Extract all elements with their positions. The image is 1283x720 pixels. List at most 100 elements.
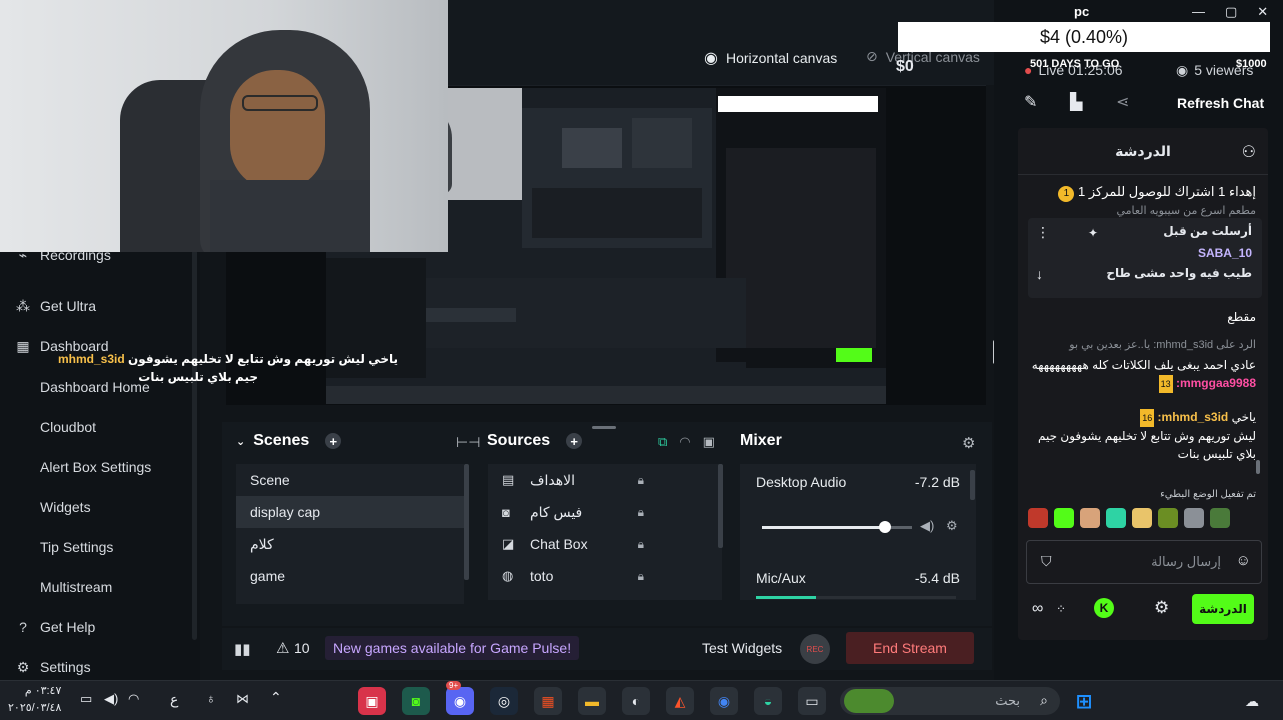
chevron-down-icon[interactable]: ⌄ <box>236 435 245 448</box>
end-stream-button[interactable]: End Stream <box>846 632 974 664</box>
scene-item[interactable]: game <box>236 560 464 592</box>
edge-icon[interactable]: ◒ <box>754 687 782 715</box>
maximize-icon[interactable]: ▢ <box>1225 4 1237 20</box>
mixer-settings-icon[interactable]: ⚙ <box>962 434 975 452</box>
battery-icon[interactable]: ▭ <box>80 691 92 707</box>
sidebar-item-settings[interactable]: ⚙ Settings <box>0 652 200 682</box>
audio-icon[interactable]: ◠ <box>679 434 690 450</box>
sidebar-item-cloudbot[interactable]: Cloudbot <box>0 412 200 442</box>
sidebar-item-multistream[interactable]: Multistream <box>0 572 200 602</box>
pinned-message: ⋮ ✦ أرسلت من قبل SABA_10 طيب فيه واحد مش… <box>1028 218 1262 298</box>
lock-icon[interactable]: 🔒︎ <box>638 505 644 520</box>
stream-chat-overlay: ياخي ليش توريهم وش تتابع لا تخليهم يشوفو… <box>8 350 398 394</box>
chat-scrollbar[interactable] <box>1256 460 1260 474</box>
source-item[interactable]: ◪ Chat Box 🔒︎ <box>488 528 722 560</box>
app-icon[interactable]: ▣ <box>358 687 386 715</box>
refresh-chat-button[interactable]: Refresh Chat <box>1177 95 1264 111</box>
scenes-scrollbar[interactable] <box>464 464 469 580</box>
sources-scrollbar[interactable] <box>718 464 723 548</box>
close-icon[interactable]: ✕ <box>1257 4 1268 20</box>
emote-icon[interactable] <box>1158 508 1178 528</box>
eye-icon: ◉ <box>1176 62 1189 78</box>
arrow-down-icon[interactable]: ↓ <box>1036 266 1043 282</box>
discord-icon[interactable]: ◉ <box>446 687 474 715</box>
edit-icon[interactable]: ✎ <box>1024 92 1037 112</box>
emote-icon[interactable] <box>1054 508 1074 528</box>
record-button[interactable]: REC <box>800 634 830 664</box>
dots-icon[interactable]: ⁘ <box>1056 602 1066 616</box>
chat-username: mmggaa9988: <box>1175 376 1256 390</box>
mixer-channel: Desktop Audio -7.2 dB <box>756 474 960 490</box>
minimize-icon[interactable]: — <box>1192 4 1205 20</box>
mixer-scrollbar[interactable] <box>970 470 975 500</box>
mic-icon[interactable]: ♁ <box>206 691 216 706</box>
users-icon[interactable]: ⚇ <box>1242 142 1256 162</box>
more-icon[interactable]: ⋮ <box>1036 224 1050 241</box>
chrome-icon[interactable]: ◉ <box>710 687 738 715</box>
sidebar-item-tip-settings[interactable]: Tip Settings <box>0 532 200 562</box>
split-icon[interactable]: ⊢⊣ <box>456 434 480 451</box>
emote-icon[interactable] <box>1106 508 1126 528</box>
alerts-count[interactable]: 10 <box>294 640 310 656</box>
emote-icon[interactable] <box>1132 508 1152 528</box>
brave-icon[interactable]: ◭ <box>666 687 694 715</box>
tray-icon[interactable]: ⋈ <box>236 691 249 707</box>
folder-icon[interactable]: ▬ <box>578 687 606 715</box>
gear-icon[interactable]: ⚙ <box>946 518 958 534</box>
game-pulse-banner[interactable]: New games available for Game Pulse! <box>325 636 580 660</box>
emote-icon[interactable] <box>1080 508 1100 528</box>
widget-icon[interactable]: ▙ <box>1070 92 1082 112</box>
sidebar-item-widgets[interactable]: Widgets <box>0 492 200 522</box>
sidebar-item-get-ultra[interactable]: ⁂ Get Ultra <box>0 291 200 321</box>
mixer-panel: Desktop Audio -7.2 dB ◀︎) ⚙ Mic/Aux -5.4… <box>740 464 976 600</box>
shield-icon[interactable]: ⛉ <box>1041 553 1052 570</box>
emote-icon[interactable] <box>1210 508 1230 528</box>
alerts-warning-icon[interactable]: ⚠ <box>276 639 289 657</box>
language-indicator[interactable]: ع <box>170 691 178 708</box>
lock-icon[interactable]: 🔒︎ <box>638 537 644 552</box>
weather-icon[interactable]: ☁ <box>1238 687 1266 715</box>
clock[interactable]: ٠٣:٤٧ م ٢٠٢٥/٠٣/٤٨ <box>8 683 61 717</box>
send-chat-button[interactable]: الدردشة <box>1192 594 1254 624</box>
lock-icon[interactable]: 🔒︎ <box>638 569 644 584</box>
horizontal-canvas-toggle[interactable]: ◉ Horizontal canvas <box>704 48 837 68</box>
sidebar-scrollbar[interactable] <box>192 250 197 640</box>
test-widgets-button[interactable]: Test Widgets <box>702 640 782 656</box>
performance-icon[interactable]: ▮▮ <box>234 640 251 658</box>
emote-icon[interactable] <box>1028 508 1048 528</box>
infinity-icon[interactable]: ∞ <box>1032 600 1043 618</box>
folder-add-icon[interactable]: ▣ <box>703 434 715 450</box>
lock-icon[interactable]: 🔒︎ <box>638 473 644 488</box>
add-scene-button[interactable]: + <box>325 433 342 449</box>
emoji-icon[interactable]: ☺ <box>1236 552 1251 569</box>
sidebar-item-get-help[interactable]: ? Get Help <box>0 612 200 642</box>
chat-settings-icon[interactable]: ⚙ <box>1154 598 1169 618</box>
emote-icon[interactable] <box>1184 508 1204 528</box>
pin-icon[interactable]: ✦ <box>1088 226 1098 240</box>
volume-icon[interactable]: ◀︎) <box>104 691 118 707</box>
scene-item[interactable]: كلام <box>236 528 464 560</box>
taskbar-search[interactable]: بحث ⌕ <box>840 687 1060 715</box>
scenes-list: Scene display cap كلام game <box>236 464 464 604</box>
kick-icon[interactable]: K <box>1094 598 1114 618</box>
windows-start-icon[interactable]: ⊞ <box>1070 687 1098 715</box>
chevron-up-icon[interactable]: ⌃ <box>270 689 282 706</box>
source-item[interactable]: ◍ toto 🔒︎ <box>488 560 722 592</box>
store-icon[interactable]: ▦ <box>534 687 562 715</box>
speaker-icon[interactable]: ◀︎) <box>920 518 934 534</box>
scene-transition-icon[interactable]: ⧉ <box>658 434 667 450</box>
obs-icon[interactable]: ◐ <box>622 687 650 715</box>
window-app-icon[interactable]: ▭ <box>798 687 826 715</box>
sidebar-item-alert-box[interactable]: Alert Box Settings <box>0 452 200 482</box>
source-item[interactable]: ▤ الاهداف 🔒︎ <box>488 464 722 496</box>
scene-item[interactable]: Scene <box>236 464 464 496</box>
wifi-icon[interactable]: ◠ <box>128 691 139 707</box>
share-icon[interactable]: ⋖ <box>1116 92 1129 112</box>
steam-icon[interactable]: ◎ <box>490 687 518 715</box>
scene-item-selected[interactable]: display cap <box>236 496 464 528</box>
streamlabs-icon[interactable]: ◙ <box>402 687 430 715</box>
desktop-audio-slider[interactable] <box>762 521 912 533</box>
chat-input[interactable]: ⛉ إرسال رسالة ☺ <box>1026 540 1262 584</box>
add-source-button[interactable]: + <box>566 433 583 449</box>
source-item[interactable]: ◙ فيس كام 🔒︎ <box>488 496 722 528</box>
